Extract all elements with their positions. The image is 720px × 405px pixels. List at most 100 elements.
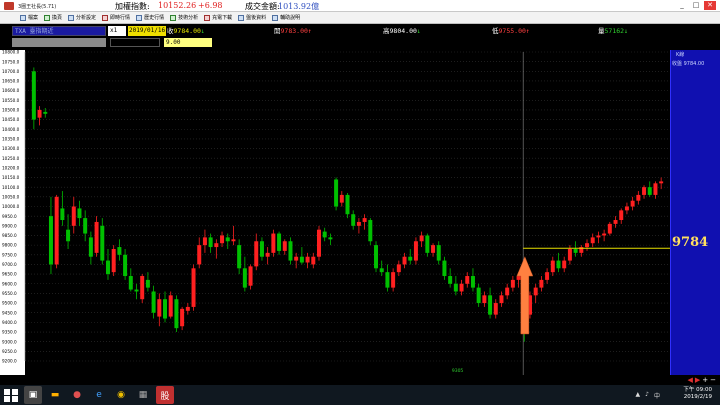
candle-body [596, 235, 601, 238]
stock-app-taskbar-icon[interactable]: 股 [156, 386, 174, 404]
y-tick-label: 10350.0 [2, 137, 20, 142]
candle-body [362, 218, 367, 222]
turnover-label: 成交金額: [245, 2, 280, 11]
zoom-out-icon[interactable]: − [710, 376, 716, 384]
file-icon [20, 14, 26, 21]
scroll-left-icon[interactable]: ◀ [687, 376, 692, 384]
quote-bar: TXA 臺指期近 x1 2019/01/16 收9784.00↓ 開9783.0… [0, 25, 720, 37]
zoom-in-icon[interactable]: + [702, 376, 708, 384]
generic-app-icon[interactable]: ▦ [134, 386, 152, 404]
candle-body [545, 272, 550, 280]
menu-item-analysis-settings[interactable]: 分析設定 [68, 14, 96, 21]
chrome-browser-icon[interactable]: ◉ [112, 386, 130, 404]
candle-body [180, 308, 185, 327]
candle-body [653, 183, 658, 195]
ime-indicator[interactable]: 中 [654, 391, 660, 400]
indicator-input[interactable] [110, 38, 160, 47]
volume-value: 57162 [604, 27, 625, 35]
candle-body [613, 220, 618, 224]
candle-body [431, 245, 436, 253]
y-tick-label: 10050.0 [2, 194, 20, 199]
candle-body [311, 256, 316, 265]
media-player-icon[interactable]: ▣ [24, 386, 42, 404]
maximize-button[interactable]: □ [690, 1, 702, 10]
clock[interactable]: 下午 09:00 2019/2/19 [683, 387, 712, 401]
menu-label: 輔助說明 [280, 15, 301, 21]
menu-item-after-hours[interactable]: 盤後資料 [238, 14, 266, 21]
app-shortcut-icon[interactable]: ● [68, 386, 86, 404]
candle-body [459, 283, 464, 292]
candle-body [254, 241, 259, 267]
menu-label: 盤後資料 [246, 15, 267, 21]
folder-icon[interactable]: ▬ [46, 386, 64, 404]
menu-label: 技術分析 [178, 15, 199, 21]
low-arrow: ↑ [525, 27, 530, 35]
candle-body [567, 248, 572, 261]
candle-body [550, 260, 555, 273]
candle-body [642, 187, 647, 195]
symbol-select[interactable]: TXA 臺指期近 [12, 26, 106, 36]
scroll-right-icon[interactable]: ▶ [695, 376, 700, 384]
candle-body [265, 252, 270, 257]
y-tick-label: 9400.0 [2, 320, 17, 325]
candle-body [328, 237, 333, 240]
app-title: 3圈王社長(5.71) [18, 4, 57, 10]
candle-body [100, 225, 105, 261]
candle-body [351, 214, 356, 226]
chart-background [0, 50, 670, 375]
y-tick-label: 10100.0 [2, 185, 20, 190]
candle-body [105, 260, 110, 275]
y-tick-label: 9350.0 [2, 330, 17, 335]
candle-body [288, 241, 293, 261]
y-tick-label: 9700.0 [2, 262, 17, 267]
indicator-select[interactable] [12, 38, 106, 47]
candle-body [237, 245, 242, 269]
clock-time: 下午 09:00 [683, 387, 712, 393]
volume-icon[interactable]: ♪ [645, 391, 649, 400]
open-field: 開9783.00↑ [274, 26, 312, 36]
menu-item-realtime[interactable]: 即時行情 [102, 14, 130, 21]
candle-body [43, 111, 48, 114]
candle-body [453, 283, 458, 292]
candle-body [174, 299, 179, 329]
high-field: 高9804.00↓ [383, 26, 421, 36]
candle-body [197, 245, 202, 265]
menu-item-download[interactable]: 充電下載 [204, 14, 232, 21]
network-icon[interactable]: ▲ [636, 391, 641, 400]
y-tick-label: 9200.0 [2, 359, 17, 364]
y-tick-label: 10750.0 [2, 59, 20, 64]
history-icon [136, 14, 143, 21]
candle-body [465, 276, 470, 284]
menu-item-help[interactable]: 輔助說明 [272, 14, 300, 21]
low-price-annotation: 9305 [452, 368, 464, 374]
close-button[interactable]: ✕ [704, 1, 716, 10]
y-tick-label: 9600.0 [2, 281, 17, 286]
candle-body [77, 208, 82, 219]
candle-body [214, 243, 219, 248]
y-tick-label: 9250.0 [2, 349, 17, 354]
candle-body [294, 256, 299, 261]
menu-item-history[interactable]: 歷史行情 [136, 14, 164, 21]
period-select[interactable]: x1 [108, 26, 126, 36]
menu-label: 即時行情 [110, 15, 131, 21]
menu-item-switch-page[interactable]: 換頁 [44, 14, 62, 21]
y-tick-label: 9450.0 [2, 310, 17, 315]
candle-body [482, 295, 487, 304]
y-tick-label: 10500.0 [2, 108, 20, 113]
candle-body [71, 206, 76, 226]
candle-body [533, 287, 538, 296]
edge-browser-icon[interactable]: e [90, 386, 108, 404]
indicator-bar: 9.00 [0, 37, 720, 48]
candlestick-chart[interactable]: 9200.0 9250.0 9300.0 9350.0 9400.0 9450.0 9500… [0, 50, 670, 375]
chart-area[interactable]: 9200.0 9250.0 9300.0 9350.0 9400.0 9450.0 9500… [0, 50, 720, 375]
candle-body [54, 196, 59, 265]
candle-body [385, 272, 390, 288]
candle-body [277, 233, 282, 251]
date-field[interactable]: 2019/01/16 [128, 26, 166, 36]
candle-body [185, 306, 190, 311]
minimize-button[interactable]: _ [676, 1, 688, 10]
menu-item-file[interactable]: 檔案 [20, 14, 38, 21]
windows-start-icon[interactable] [2, 386, 20, 404]
y-tick-label: 9300.0 [2, 339, 17, 344]
menu-item-technical[interactable]: 技術分析 [170, 14, 198, 21]
